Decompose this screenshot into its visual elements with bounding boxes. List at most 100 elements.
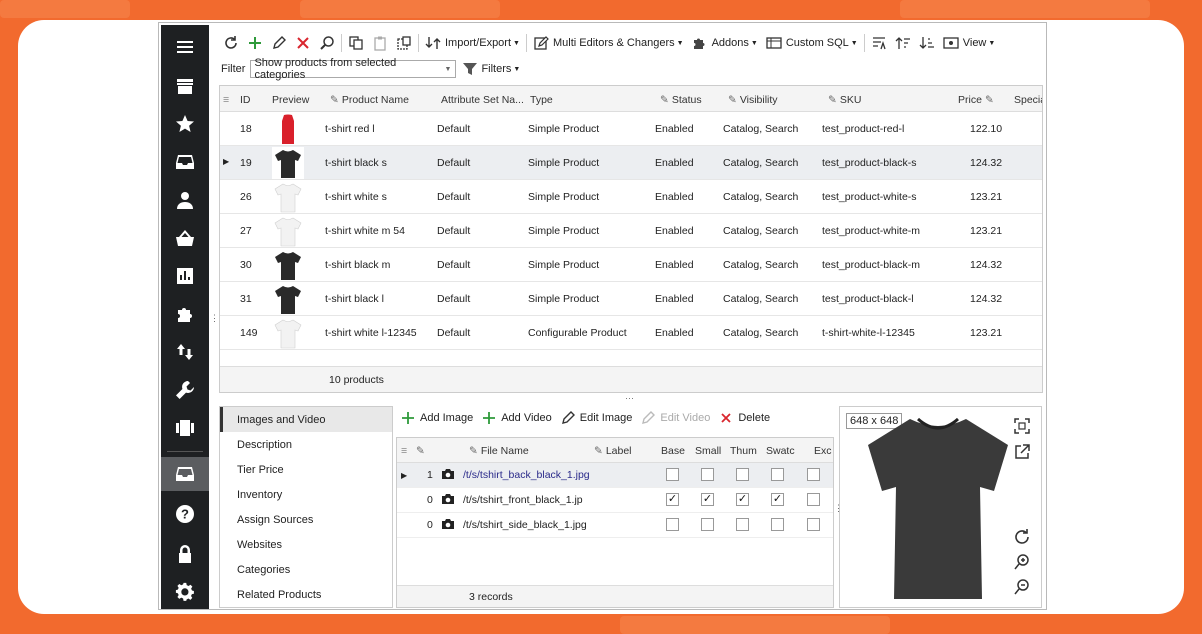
cell-attr[interactable]: Default — [437, 157, 470, 169]
add-button[interactable] — [243, 31, 267, 55]
image-role-checkbox[interactable] — [701, 518, 714, 531]
row-menu-icon[interactable]: ≡ — [223, 94, 229, 106]
image-role-checkbox[interactable]: ✓ — [736, 493, 749, 506]
table-row[interactable]: 149 t-shirt white l-12345 Default Configura… — [220, 316, 1042, 350]
column-header-exclude[interactable]: Exc — [814, 445, 832, 457]
cell-attr[interactable]: Default — [437, 293, 470, 305]
cell-id[interactable]: 18 — [240, 123, 252, 135]
column-header-base[interactable]: Base — [661, 445, 685, 457]
column-header-visibility[interactable]: ✎ Visibility — [728, 94, 778, 106]
cell-visibility[interactable]: Catalog, Search — [723, 327, 798, 339]
filters-button[interactable]: Filters ▼ — [458, 57, 524, 81]
cell-id[interactable]: 30 — [240, 259, 252, 271]
cell-attr[interactable]: Default — [437, 191, 470, 203]
cell-price[interactable]: 124.32 — [970, 157, 1002, 169]
cell-price[interactable]: 124.32 — [970, 259, 1002, 271]
cell-visibility[interactable]: Catalog, Search — [723, 293, 798, 305]
rotate-icon[interactable] — [1013, 528, 1031, 546]
help-icon[interactable]: ? — [161, 497, 209, 531]
image-role-checkbox[interactable] — [807, 493, 820, 506]
edit-video-button[interactable]: Edit Video — [636, 406, 714, 430]
tab-inventory[interactable]: Inventory — [220, 482, 392, 507]
column-header-status[interactable]: ✎ Status — [660, 94, 702, 106]
image-role-checkbox[interactable] — [666, 518, 679, 531]
edit-image-button[interactable]: Edit Image — [556, 406, 637, 430]
column-header-attribute-set[interactable]: Attribute Set Na... — [441, 94, 524, 106]
import-export-menu[interactable]: Import/Export ▼ — [421, 31, 524, 55]
paste-button[interactable] — [368, 31, 392, 55]
vertical-splitter-handle[interactable]: ⋮ — [210, 313, 219, 324]
edit-button[interactable] — [267, 31, 291, 55]
column-header-small[interactable]: Small — [695, 445, 721, 457]
refresh-button[interactable] — [219, 31, 243, 55]
cell-status[interactable]: Enabled — [655, 293, 694, 305]
table-row[interactable]: 31 t-shirt black l Default Simple Product En… — [220, 282, 1042, 316]
store-icon[interactable] — [161, 69, 209, 103]
cell-visibility[interactable]: Catalog, Search — [723, 259, 798, 271]
cell-id[interactable]: 26 — [240, 191, 252, 203]
cell-id[interactable]: 27 — [240, 225, 252, 237]
cell-type[interactable]: Simple Product — [528, 225, 599, 237]
image-row[interactable]: 0/t/s/tshirt_side_black_1.jpg — [397, 513, 833, 538]
image-row[interactable]: ▶ 1/t/s/tshirt_back_black_1.jpg — [397, 463, 833, 488]
cell-file-name[interactable]: /t/s/tshirt_front_black_1.jp — [463, 494, 583, 506]
search-button[interactable] — [315, 31, 339, 55]
column-header-thumbnail[interactable]: Thum — [730, 445, 757, 457]
cell-status[interactable]: Enabled — [655, 191, 694, 203]
table-row[interactable]: 18 t-shirt red l Default Simple Product Enab… — [220, 112, 1042, 146]
cell-attr[interactable]: Default — [437, 123, 470, 135]
column-header-type[interactable]: Type — [530, 94, 553, 106]
cell-file-name[interactable]: /t/s/tshirt_back_black_1.jpg — [463, 469, 590, 481]
image-role-checkbox[interactable] — [701, 468, 714, 481]
cell-position[interactable]: 1 — [427, 469, 433, 481]
column-header-special[interactable]: Specia — [1014, 94, 1042, 106]
fit-screen-icon[interactable] — [1013, 417, 1031, 435]
duplicate-button[interactable] — [392, 31, 416, 55]
filter-select[interactable]: Show products from selected categories ▼ — [250, 57, 457, 81]
image-role-checkbox[interactable] — [807, 518, 820, 531]
cell-attr[interactable]: Default — [437, 259, 470, 271]
image-role-checkbox[interactable]: ✓ — [701, 493, 714, 506]
menu-icon[interactable] — [161, 30, 209, 64]
image-role-checkbox[interactable] — [771, 468, 784, 481]
lock-icon[interactable] — [161, 537, 209, 571]
zoom-in-icon[interactable] — [1013, 553, 1031, 571]
image-role-checkbox[interactable] — [807, 468, 820, 481]
cell-position[interactable]: 0 — [427, 519, 433, 531]
table-row[interactable]: 30 t-shirt black m Default Simple Product En… — [220, 248, 1042, 282]
cell-id[interactable]: 19 — [240, 157, 252, 169]
cell-name[interactable]: t-shirt white s — [325, 191, 387, 203]
cell-file-name[interactable]: /t/s/tshirt_side_black_1.jpg — [463, 519, 587, 531]
columns-icon[interactable] — [161, 411, 209, 445]
cell-price[interactable]: 124.32 — [970, 293, 1002, 305]
puzzle-icon[interactable] — [161, 297, 209, 331]
tab-categories[interactable]: Categories — [220, 557, 392, 582]
column-header-id[interactable]: ID — [240, 94, 251, 106]
cell-type[interactable]: Simple Product — [528, 293, 599, 305]
add-video-button[interactable]: Add Video — [477, 406, 556, 430]
cell-name[interactable]: t-shirt black m — [325, 259, 390, 271]
cell-visibility[interactable]: Catalog, Search — [723, 225, 798, 237]
gear-icon[interactable] — [161, 575, 209, 609]
cell-type[interactable]: Simple Product — [528, 157, 599, 169]
column-header-preview[interactable]: Preview — [272, 94, 309, 106]
image-role-checkbox[interactable]: ✓ — [666, 493, 679, 506]
view-menu[interactable]: View ▼ — [939, 31, 1000, 55]
cell-type[interactable]: Configurable Product — [528, 327, 627, 339]
image-role-checkbox[interactable] — [771, 518, 784, 531]
zoom-out-icon[interactable] — [1013, 578, 1031, 596]
table-row[interactable]: ▶ 19 t-shirt black s Default Simple Product E… — [220, 146, 1042, 180]
image-role-checkbox[interactable]: ✓ — [771, 493, 784, 506]
column-header-sku[interactable]: ✎ SKU — [828, 94, 861, 106]
tab-tier-price[interactable]: Tier Price — [220, 457, 392, 482]
cell-name[interactable]: t-shirt red l — [325, 123, 375, 135]
custom-sql-menu[interactable]: Custom SQL ▼ — [762, 31, 862, 55]
cell-price[interactable]: 122.10 — [970, 123, 1002, 135]
cell-status[interactable]: Enabled — [655, 225, 694, 237]
add-image-button[interactable]: Add Image — [396, 406, 477, 430]
column-header-label-col[interactable]: ✎ Label — [594, 445, 632, 457]
column-header-price[interactable]: Price ✎ — [958, 94, 997, 106]
cell-attr[interactable]: Default — [437, 225, 470, 237]
cell-name[interactable]: t-shirt white m 54 — [325, 225, 405, 237]
cell-visibility[interactable]: Catalog, Search — [723, 157, 798, 169]
